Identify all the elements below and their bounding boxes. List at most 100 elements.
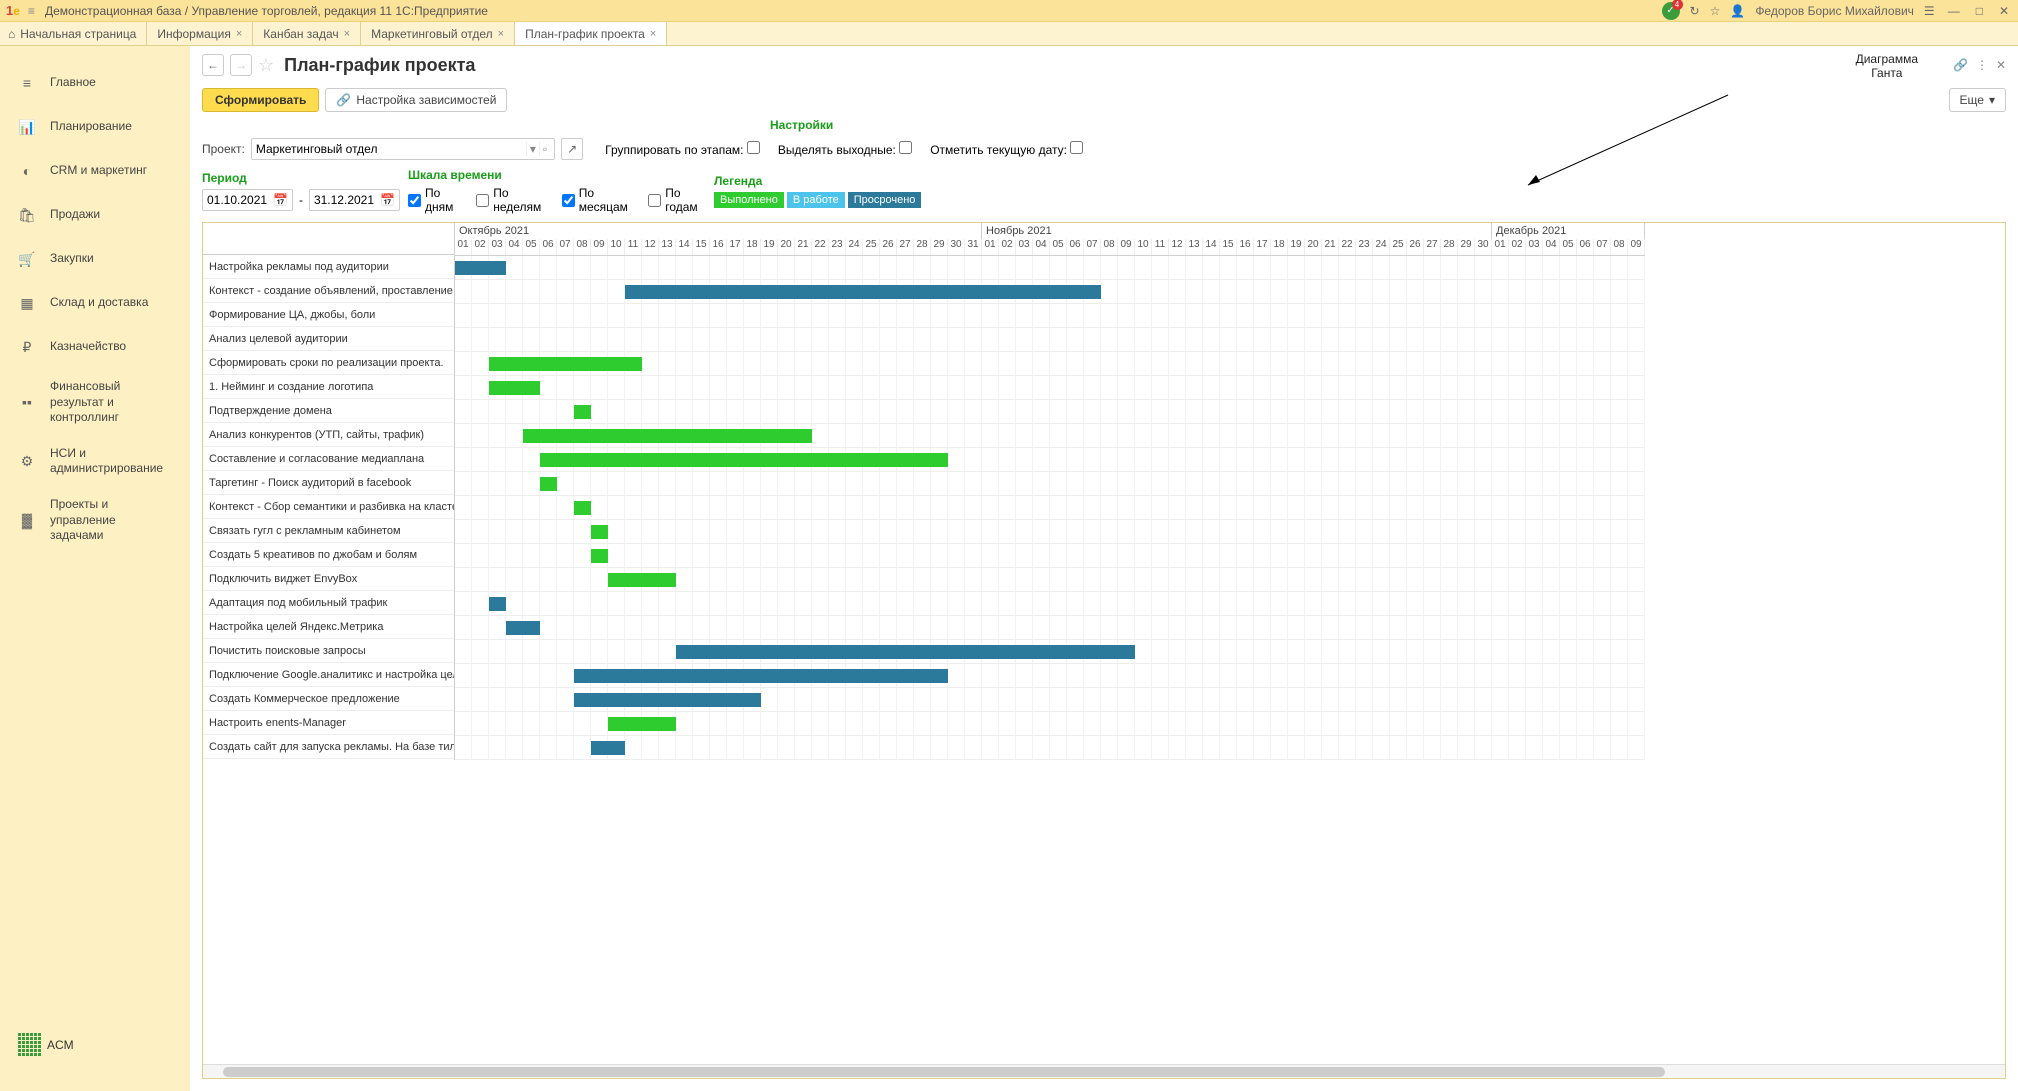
task-name[interactable]: Связать гугл с рекламным кабинетом	[203, 519, 454, 543]
more-button[interactable]: Еще ▾	[1949, 88, 2006, 112]
gantt-bar[interactable]	[540, 453, 948, 467]
gantt-bar[interactable]	[591, 549, 608, 563]
task-name[interactable]: Контекст - создание объявлений, проставл…	[203, 279, 454, 303]
by-days-check[interactable]: По дням	[408, 186, 464, 214]
task-bar-row	[455, 712, 1645, 736]
project-combo[interactable]: ▾ ▫	[251, 138, 555, 160]
task-name[interactable]: Адаптация под мобильный трафик	[203, 591, 454, 615]
close-button[interactable]: ✕	[1996, 4, 2012, 18]
tab-close-icon[interactable]: ×	[344, 28, 350, 40]
sidebar-item-3[interactable]: 🛍Продажи	[0, 193, 190, 237]
gantt-bar[interactable]	[574, 501, 591, 515]
gantt-bar[interactable]	[506, 621, 540, 635]
task-name[interactable]: Таргетинг - Поиск аудиторий в facebook	[203, 471, 454, 495]
dependencies-button[interactable]: 🔗 Настройка зависимостей	[325, 88, 507, 112]
task-name[interactable]: Создать Коммерческое предложение	[203, 687, 454, 711]
gantt-bar[interactable]	[489, 597, 506, 611]
sidebar-item-8[interactable]: ⚙НСИ и администрирование	[0, 436, 190, 487]
tab-1[interactable]: Канбан задач×	[253, 22, 361, 45]
task-name[interactable]: Создать 5 креативов по джобам и болям	[203, 543, 454, 567]
date-to-input[interactable]: 📅	[309, 189, 400, 211]
highlight-weekends-check[interactable]: Выделять выходные:	[778, 141, 912, 157]
gantt-bar[interactable]	[455, 261, 506, 275]
sidebar-item-4[interactable]: 🛒Закупки	[0, 237, 190, 281]
gantt-bar[interactable]	[574, 405, 591, 419]
notification-icon[interactable]: ✓4	[1662, 2, 1680, 20]
maximize-button[interactable]: □	[1973, 4, 1986, 18]
task-name[interactable]: Подключение Google.аналитикс и настройка…	[203, 663, 454, 687]
sidebar-item-7[interactable]: ▪▪Финансовый результат и контроллинг	[0, 369, 190, 436]
minimize-button[interactable]: —	[1945, 4, 1963, 18]
main-area: ← → ☆ План-график проекта 🔗 ⋮ ✕ Сформиро…	[190, 46, 2018, 1091]
gantt-bar[interactable]	[591, 525, 608, 539]
tab-close-icon[interactable]: ×	[498, 28, 504, 40]
history-icon[interactable]: ↻	[1690, 4, 1700, 18]
horizontal-scrollbar[interactable]	[203, 1064, 2005, 1078]
tab-home[interactable]: ⌂ Начальная страница	[0, 22, 147, 45]
tab-close-icon[interactable]: ×	[650, 28, 656, 40]
menu-icon[interactable]: ☰	[1924, 4, 1935, 18]
sidebar-item-2[interactable]: ◐CRM и маркетинг	[0, 149, 190, 193]
clear-icon[interactable]: ▫	[539, 142, 550, 156]
task-name[interactable]: Анализ конкурентов (УТП, сайты, трафик)	[203, 423, 454, 447]
task-name[interactable]: Составление и согласование медиаплана	[203, 447, 454, 471]
task-name[interactable]: Создать сайт для запуска рекламы. На баз…	[203, 735, 454, 759]
by-weeks-check[interactable]: По неделям	[476, 186, 550, 214]
task-name[interactable]: 1. Нейминг и создание логотипа	[203, 375, 454, 399]
task-name[interactable]: Подключить виджет EnvyBox	[203, 567, 454, 591]
user-icon[interactable]: 👤	[1730, 4, 1745, 18]
task-name[interactable]: Настройка рекламы под аудитории	[203, 255, 454, 279]
tab-close-icon[interactable]: ×	[236, 28, 242, 40]
task-name[interactable]: Анализ целевой аудитории	[203, 327, 454, 351]
nav-back-button[interactable]: ←	[202, 54, 224, 76]
panel-close-icon[interactable]: ✕	[1996, 58, 2006, 72]
sidebar-item-9[interactable]: ▓Проекты и управление задачами	[0, 487, 190, 554]
task-name[interactable]: Сформировать сроки по реализации проекта…	[203, 351, 454, 375]
gantt-bar[interactable]	[489, 357, 642, 371]
gantt-bar[interactable]	[540, 477, 557, 491]
mark-current-date-check[interactable]: Отметить текущую дату:	[930, 141, 1083, 157]
gantt-bar[interactable]	[489, 381, 540, 395]
by-years-check[interactable]: По годам	[648, 186, 708, 214]
gantt-bar[interactable]	[625, 285, 1101, 299]
gantt-bar[interactable]	[608, 573, 676, 587]
tab-0[interactable]: Информация×	[147, 22, 253, 45]
task-name[interactable]: Настройка целей Яндекс.Метрика	[203, 615, 454, 639]
by-months-check[interactable]: По месяцам	[562, 186, 637, 214]
project-input[interactable]	[256, 142, 526, 156]
generate-button[interactable]: Сформировать	[202, 88, 319, 112]
gantt-bar[interactable]	[574, 669, 948, 683]
task-name[interactable]: Контекст - Сбор семантики и разбивка на …	[203, 495, 454, 519]
acm-logo: ACM	[0, 1013, 190, 1076]
favorite-star-icon[interactable]: ☆	[258, 55, 274, 76]
burger-icon[interactable]: ≡	[28, 4, 35, 18]
sidebar-item-6[interactable]: ₽Казначейство	[0, 325, 190, 369]
nav-forward-button[interactable]: →	[230, 54, 252, 76]
link-icon[interactable]: 🔗	[1953, 58, 1968, 72]
sidebar-item-5[interactable]: ▦Склад и доставка	[0, 281, 190, 325]
gantt-bar[interactable]	[608, 717, 676, 731]
user-name[interactable]: Федоров Борис Михайлович	[1755, 4, 1914, 18]
sidebar-item-1[interactable]: 📊Планирование	[0, 105, 190, 149]
task-bar-row	[455, 376, 1645, 400]
open-project-icon[interactable]: ↗	[561, 138, 583, 160]
gantt-bar[interactable]	[676, 645, 1135, 659]
group-by-stages-check[interactable]: Группировать по этапам:	[605, 141, 760, 157]
gantt-bar[interactable]	[591, 741, 625, 755]
task-name[interactable]: Настроить enents-Manager	[203, 711, 454, 735]
dropdown-icon[interactable]: ▾	[526, 142, 539, 156]
options-icon[interactable]: ⋮	[1976, 58, 1988, 72]
gantt-chart[interactable]: Настройка рекламы под аудиторииКонтекст …	[202, 222, 2006, 1079]
task-bar-row	[455, 280, 1645, 304]
sidebar-item-0[interactable]: ≡Главное	[0, 61, 190, 105]
star-icon[interactable]: ☆	[1710, 4, 1721, 18]
calendar-icon: 📅	[380, 193, 395, 207]
tab-3[interactable]: План-график проекта×	[515, 22, 667, 45]
gantt-bar[interactable]	[523, 429, 812, 443]
task-name[interactable]: Почистить поисковые запросы	[203, 639, 454, 663]
tab-2[interactable]: Маркетинговый отдел×	[361, 22, 515, 45]
gantt-bar[interactable]	[574, 693, 761, 707]
task-name[interactable]: Формирование ЦА, джобы, боли	[203, 303, 454, 327]
task-name[interactable]: Подтверждение домена	[203, 399, 454, 423]
date-from-input[interactable]: 📅	[202, 189, 293, 211]
